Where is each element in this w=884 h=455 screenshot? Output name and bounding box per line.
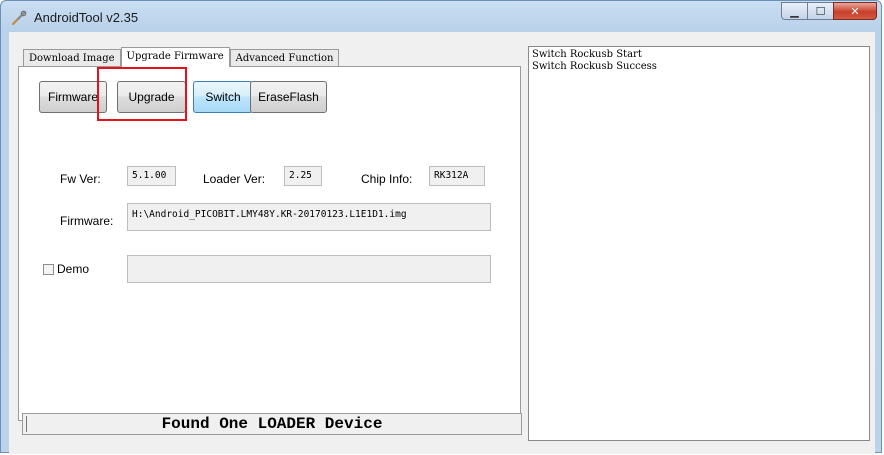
tab-strip: Download Image Upgrade Firmware Advanced… [23,47,340,67]
minimize-button[interactable]: ▁ [781,2,807,20]
loader-ver-field: 2.25 [284,166,322,186]
firmware-path-label: Firmware: [60,214,114,228]
status-text: Found One LOADER Device [161,415,383,433]
log-panel[interactable]: Switch Rockusb Start Switch Rockusb Succ… [528,46,870,441]
switch-button[interactable]: Switch [193,81,253,113]
demo-checkbox-group[interactable]: Demo [43,262,89,276]
title-bar[interactable]: AndroidTool v2.35 ▁ ☐ ✕ [1,1,883,33]
android-tool-app-icon [11,10,27,26]
tab-download-image[interactable]: Download Image [23,49,121,67]
chip-info-label: Chip Info: [361,172,413,186]
eraseflash-button[interactable]: EraseFlash [250,81,327,113]
chip-info-field: RK312A [429,166,485,186]
status-bar: Found One LOADER Device [22,413,522,435]
log-line: Switch Rockusb Success [532,61,657,72]
loader-ver-label: Loader Ver: [203,172,266,186]
demo-checkbox[interactable] [43,263,54,275]
upgrade-button[interactable]: Upgrade [117,81,186,113]
window-title: AndroidTool v2.35 [34,10,139,25]
tab-advanced-function[interactable]: Advanced Function [229,49,340,67]
close-icon: ✕ [850,4,860,18]
minimize-icon: ▁ [790,4,799,18]
firmware-path-field: H:\Android_PICOBIT.LMY48Y.KR-20170123.L1… [127,203,491,231]
fw-ver-field: 5.1.00 [127,166,176,186]
caption-buttons: ▁ ☐ ✕ [781,2,877,22]
firmware-button[interactable]: Firmware [39,81,107,113]
fw-ver-label: Fw Ver: [60,172,101,186]
maximize-button[interactable]: ☐ [807,2,833,20]
log-line: Switch Rockusb Start [532,49,642,60]
close-button[interactable]: ✕ [833,2,877,20]
demo-label: Demo [57,262,90,276]
upgrade-firmware-panel: Firmware Upgrade Switch EraseFlash Fw Ve… [18,66,521,421]
app-window: AndroidTool v2.35 ▁ ☐ ✕ Download Image U… [0,0,883,454]
client-area: Download Image Upgrade Firmware Advanced… [9,32,875,454]
demo-field[interactable] [127,255,491,283]
maximize-icon: ☐ [815,4,826,18]
tab-upgrade-firmware[interactable]: Upgrade Firmware [120,47,230,67]
